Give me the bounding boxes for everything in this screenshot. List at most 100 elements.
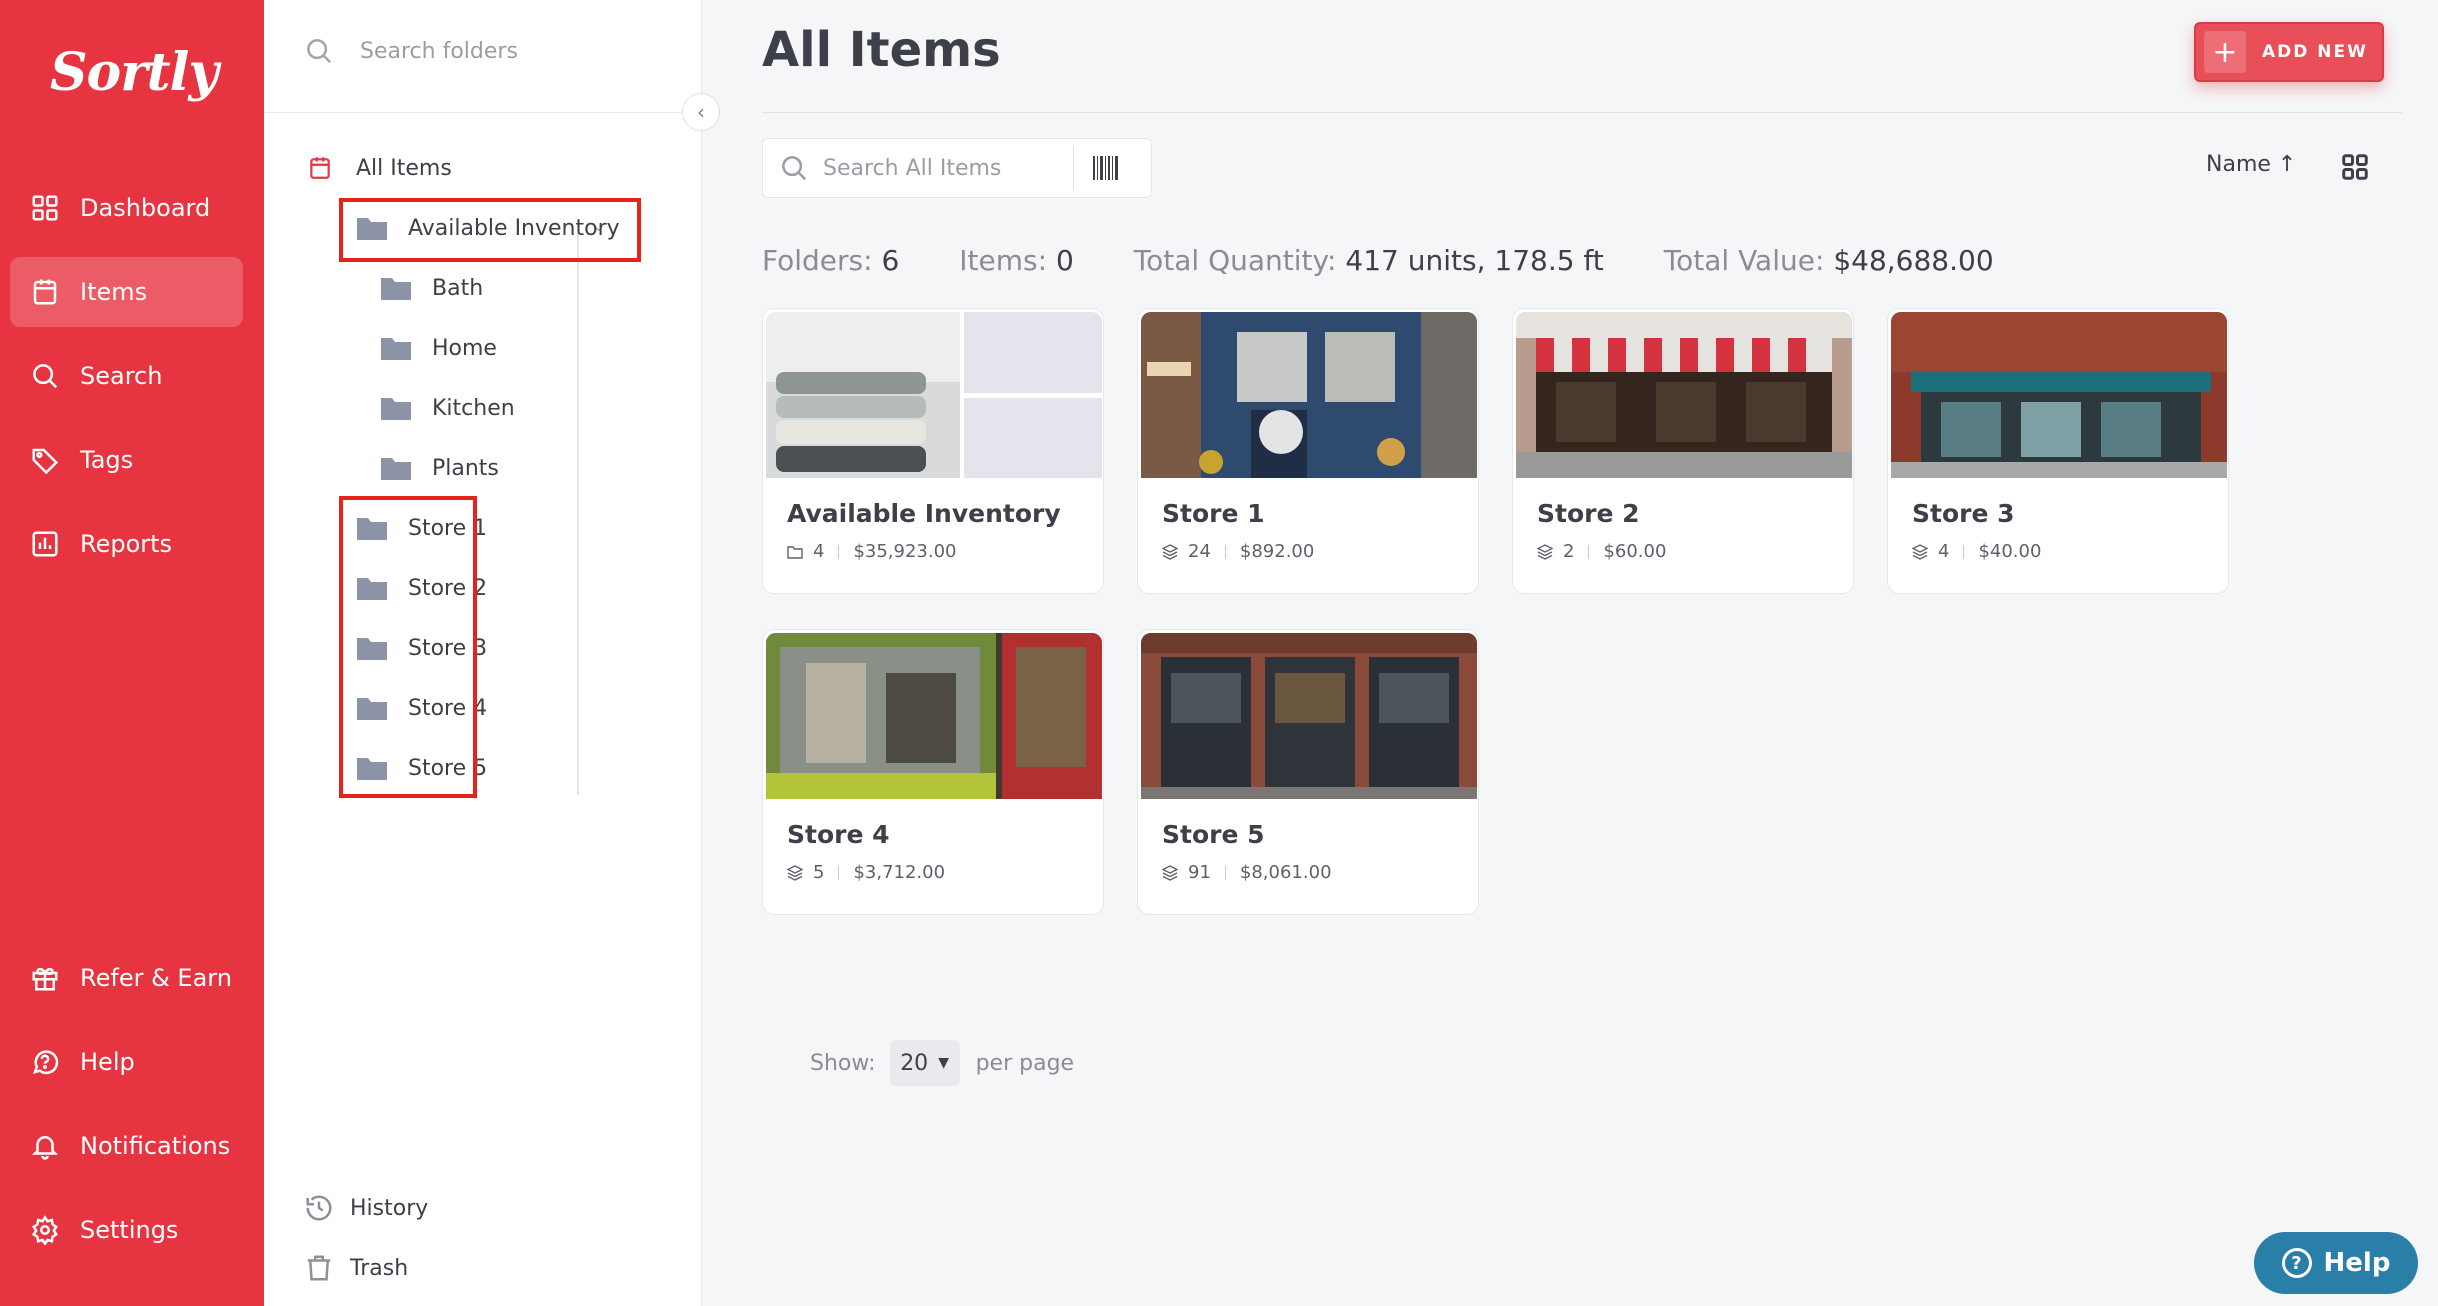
card-name: Store 4 [787, 820, 890, 849]
stat-total-quantity: Total Quantity: 417 units, 178.5 ft [1134, 244, 1604, 277]
add-new-button[interactable]: + ADD NEW [2194, 22, 2384, 82]
folder-card-available-inventory[interactable]: Available Inventory 4 $35,923.00 [762, 308, 1104, 594]
trash-label: Trash [350, 1255, 409, 1281]
stat-label: Folders: [762, 244, 873, 277]
tree-item-plants[interactable]: Plants [380, 446, 499, 490]
nav-notifications[interactable]: Notifications [10, 1111, 243, 1181]
tag-icon [28, 443, 62, 477]
item-search [762, 138, 1152, 198]
meta-separator [1224, 865, 1226, 880]
nav-items[interactable]: Items [10, 257, 243, 327]
stat-label: Total Quantity: [1133, 244, 1337, 277]
caret-down-icon: ▼ [938, 1055, 949, 1071]
card-name: Store 5 [1162, 820, 1265, 849]
highlight-stores [339, 496, 477, 798]
card-meta: 4 $35,923.00 [787, 541, 957, 562]
folder-thumbnail [1141, 633, 1477, 799]
folder-thumbnail [766, 312, 1102, 478]
show-label: Show: [810, 1050, 876, 1076]
nav-help[interactable]: Help [10, 1027, 243, 1097]
collapse-panel-button[interactable]: ‹ [682, 93, 720, 131]
card-meta: 5 $3,712.00 [787, 862, 945, 883]
history-link[interactable]: History [304, 1186, 428, 1230]
nav-settings-label: Settings [80, 1216, 179, 1244]
gear-icon [28, 1213, 62, 1247]
tree-item-label: All Items [356, 155, 452, 181]
add-new-label: ADD NEW [2262, 42, 2368, 62]
arrow-up-icon: ↑ [2277, 152, 2297, 177]
per-page-label: per page [975, 1050, 1075, 1076]
folder-icon [380, 275, 412, 301]
card-value: $35,923.00 [853, 541, 957, 562]
per-page-select[interactable]: 20 ▼ [889, 1040, 960, 1086]
nav-dashboard-label: Dashboard [80, 194, 211, 222]
card-value: $892.00 [1239, 541, 1315, 562]
tree-item-label: Bath [432, 275, 484, 301]
tree-item-bath[interactable]: Bath [380, 266, 483, 310]
meta-separator [1224, 544, 1226, 559]
trash-icon [307, 1255, 331, 1281]
stat-label: Total Value: [1663, 244, 1825, 277]
history-label: History [350, 1195, 429, 1221]
tree-item-kitchen[interactable]: Kitchen [380, 386, 515, 430]
card-value: $40.00 [1978, 541, 2042, 562]
card-name: Store 2 [1537, 499, 1640, 528]
folder-search-input[interactable] [360, 38, 640, 64]
barcode-scan-button[interactable] [1074, 138, 1138, 198]
bell-icon [28, 1129, 62, 1163]
card-value: $60.00 [1603, 541, 1667, 562]
gift-icon [28, 961, 62, 995]
folder-card-store-4[interactable]: Store 4 5 $3,712.00 [762, 629, 1104, 915]
layers-icon [1912, 543, 1928, 560]
pagination: Show: 20 ▼ per page [810, 1040, 1074, 1086]
sortly-logo[interactable]: Sortly [50, 42, 219, 103]
trash-link[interactable]: Trash [304, 1246, 408, 1290]
layers-icon [1162, 543, 1178, 560]
nav-dashboard[interactable]: Dashboard [10, 173, 243, 243]
nav-refer-earn[interactable]: Refer & Earn [10, 943, 243, 1013]
folder-thumbnail [1516, 312, 1852, 478]
card-value: $8,061.00 [1239, 862, 1332, 883]
nav-tags-label: Tags [80, 446, 134, 474]
card-meta: 4 $40.00 [1912, 541, 2041, 562]
nav-reports-label: Reports [80, 530, 173, 558]
search-icon [307, 39, 332, 64]
tree-item-all-items[interactable]: All Items [304, 146, 452, 190]
item-search-input[interactable] [823, 155, 1073, 181]
stat-label: Items: [959, 244, 1048, 277]
nav-tags[interactable]: Tags [10, 425, 243, 495]
folder-icon [787, 545, 803, 559]
grid-icon [2342, 154, 2368, 180]
nav-settings[interactable]: Settings [10, 1195, 243, 1265]
help-fab-label: Help [2323, 1248, 2391, 1278]
stat-value: 417 units, 178.5 ft [1345, 244, 1604, 277]
folder-thumbnail [1141, 312, 1477, 478]
nav-search-label: Search [80, 362, 163, 390]
help-chat-button[interactable]: ? Help [2254, 1232, 2418, 1294]
folder-thumbnail [1891, 312, 2227, 478]
folder-icon [380, 395, 412, 421]
stat-value: 6 [881, 244, 900, 277]
card-count: 2 [1563, 541, 1575, 562]
meta-separator [1963, 544, 1965, 559]
grid-view-button[interactable] [2340, 152, 2370, 182]
nav-reports[interactable]: Reports [10, 509, 243, 579]
tree-guide-line [577, 225, 579, 795]
card-meta: 91 $8,061.00 [1162, 862, 1332, 883]
sort-by-name-button[interactable]: Name ↑ [2206, 152, 2296, 177]
stat-value: $48,688.00 [1833, 244, 1994, 277]
question-icon: ? [2281, 1248, 2312, 1278]
folder-card-store-5[interactable]: Store 5 91 $8,061.00 [1137, 629, 1479, 915]
header-divider [762, 112, 2402, 113]
folder-thumbnail [766, 633, 1102, 799]
nav-items-label: Items [80, 278, 148, 306]
folder-card-store-1[interactable]: Store 1 24 $892.00 [1137, 308, 1479, 594]
items-icon [304, 155, 336, 181]
folder-card-store-3[interactable]: Store 3 4 $40.00 [1887, 308, 2229, 594]
tree-item-home[interactable]: Home [380, 326, 497, 370]
main-content: All Items + ADD NEW Name ↑ Folders: 6 It… [702, 0, 2438, 1306]
folder-panel: ‹ All Items ⌄ Available InventoryBathHom… [264, 0, 720, 1306]
card-meta: 2 $60.00 [1537, 541, 1666, 562]
nav-search[interactable]: Search [10, 341, 243, 411]
folder-card-store-2[interactable]: Store 2 2 $60.00 [1512, 308, 1854, 594]
